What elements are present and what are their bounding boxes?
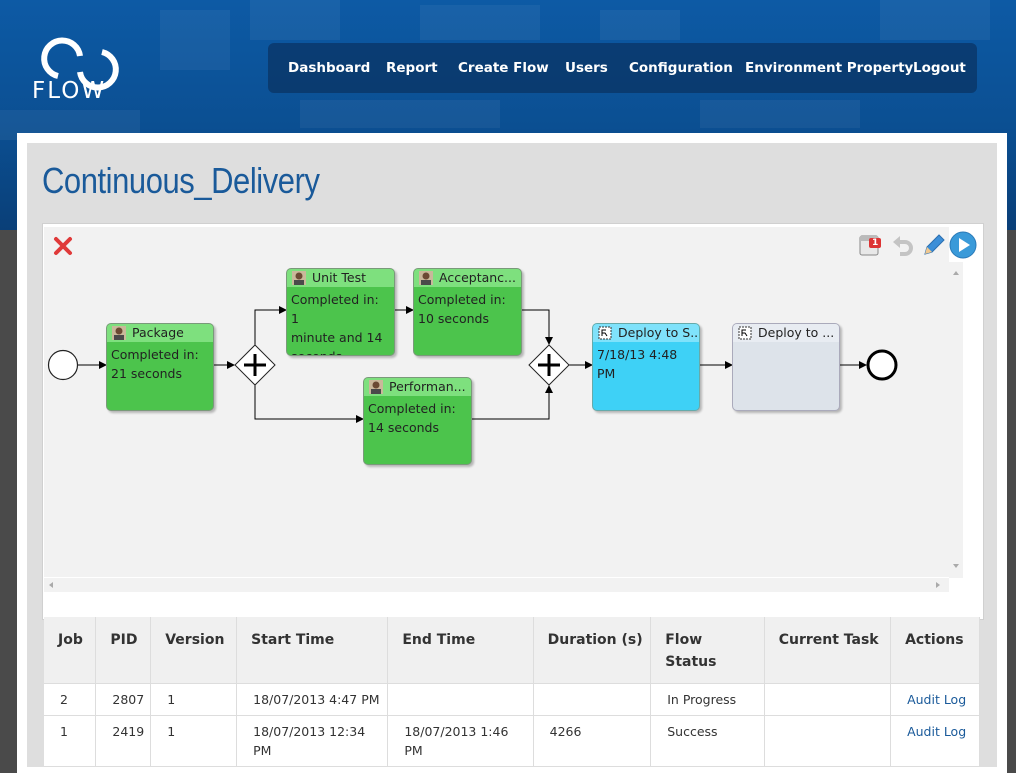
start-event-icon[interactable] [47, 349, 79, 381]
column-header[interactable]: Actions [890, 617, 980, 684]
cell-start-time: 18/07/2013 4:47 PM [236, 683, 389, 716]
cell-duration [533, 683, 652, 716]
cell-version: 1 [150, 715, 238, 767]
task-performance[interactable]: Performan... Completed in: 14 seconds [363, 377, 472, 465]
column-header[interactable]: PID [95, 617, 152, 684]
column-header[interactable]: Duration (s) [533, 617, 652, 684]
task-detail: 10 seconds [418, 311, 489, 326]
task-detail: 7/18/13 4:48 [597, 347, 678, 362]
audit-log-link[interactable]: Audit Log [890, 683, 980, 716]
horizontal-scrollbar[interactable] [44, 578, 949, 592]
task-deploy-production[interactable]: Deploy to ... [732, 323, 840, 411]
table-row[interactable]: 2 2807 1 18/07/2013 4:47 PM In Progress … [44, 683, 980, 716]
task-detail: Completed in: [368, 401, 456, 416]
cell-status: In Progress [650, 683, 765, 716]
cell-end-time: 18/07/2013 1:46 PM [387, 715, 534, 767]
task-detail: Completed in: [418, 292, 506, 307]
task-detail: PM [597, 366, 616, 381]
task-name: Unit Test [312, 270, 367, 285]
user-avatar-icon [369, 380, 383, 394]
cell-current-task [764, 715, 892, 767]
column-header[interactable]: Current Task [764, 617, 892, 684]
cell-status: Success [650, 715, 765, 767]
task-detail: 21 seconds [111, 366, 182, 381]
column-header[interactable]: End Time [387, 617, 534, 684]
jobs-table: Job PID Version Start Time End Time Dura… [44, 617, 980, 767]
column-header[interactable]: Start Time [236, 617, 389, 684]
scroll-arrows-icon [953, 271, 959, 568]
script-task-icon [738, 326, 752, 340]
cell-job: 1 [44, 715, 97, 767]
task-detail: seconds [291, 347, 390, 355]
vertical-scrollbar[interactable] [949, 262, 963, 578]
cell-pid: 2419 [95, 715, 152, 767]
task-package[interactable]: Package Completed in: 21 seconds [106, 323, 214, 411]
audit-log-link[interactable]: Audit Log [890, 715, 980, 767]
cell-start-time: 18/07/2013 12:34 PM [236, 715, 389, 767]
user-avatar-icon [419, 271, 433, 285]
user-avatar-icon [112, 326, 126, 340]
user-avatar-icon [292, 271, 306, 285]
cell-pid: 2807 [95, 683, 152, 716]
task-deploy-staging[interactable]: Deploy to S... 7/18/13 4:48 PM [592, 323, 700, 411]
task-name: Deploy to ... [758, 325, 835, 340]
task-name: Acceptanc... [439, 270, 516, 285]
task-name: Deploy to S... [618, 325, 699, 340]
task-detail: Completed in: [111, 347, 199, 362]
cell-job: 2 [44, 683, 97, 716]
task-name: Performan... [389, 379, 466, 394]
column-header[interactable]: Flow Status [650, 617, 765, 684]
script-task-icon [598, 326, 612, 340]
task-detail: Completed in: 1 [291, 292, 379, 326]
cell-duration: 4266 [533, 715, 652, 767]
task-name: Package [132, 325, 184, 340]
cell-version: 1 [150, 683, 238, 716]
column-header[interactable]: Job [44, 617, 97, 684]
column-header[interactable]: Version [150, 617, 238, 684]
scroll-arrows-icon [49, 582, 940, 588]
cell-current-task [764, 683, 892, 716]
task-detail: minute and 14 [291, 330, 383, 345]
cell-end-time [387, 683, 534, 716]
table-header-row: Job PID Version Start Time End Time Dura… [44, 617, 980, 684]
table-row[interactable]: 1 2419 1 18/07/2013 12:34 PM 18/07/2013 … [44, 715, 980, 767]
task-acceptance[interactable]: Acceptanc... Completed in: 10 seconds [413, 268, 522, 356]
parallel-gateway-join-icon[interactable] [528, 344, 570, 386]
task-unit-test[interactable]: Unit Test Completed in: 1 minute and 14 se… [286, 268, 395, 356]
end-event-icon[interactable] [866, 349, 898, 381]
task-detail: 14 seconds [368, 420, 439, 435]
parallel-gateway-split-icon[interactable] [234, 344, 276, 386]
